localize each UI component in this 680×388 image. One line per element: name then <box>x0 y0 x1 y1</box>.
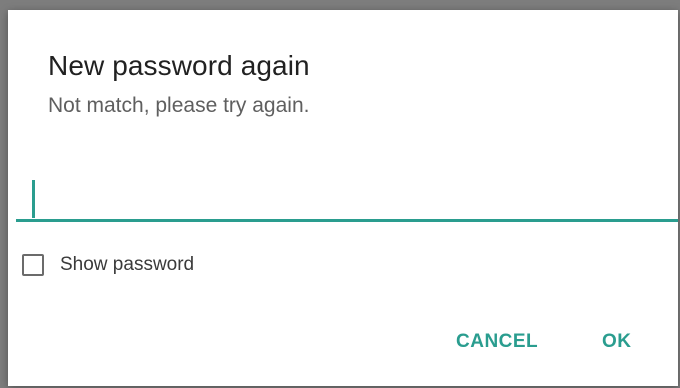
text-caret <box>32 180 35 218</box>
password-field[interactable] <box>16 178 678 224</box>
password-confirm-dialog: New password again Not match, please try… <box>8 10 678 386</box>
show-password-checkbox[interactable] <box>22 254 44 276</box>
dialog-title: New password again <box>48 50 310 81</box>
show-password-label: Show password <box>60 254 195 275</box>
error-message: Not match, please try again. <box>48 94 310 117</box>
password-input[interactable] <box>16 178 678 220</box>
ok-button[interactable]: OK <box>594 324 640 360</box>
cancel-button[interactable]: CANCEL <box>448 324 546 360</box>
show-password-toggle[interactable]: Show password <box>22 250 194 280</box>
input-underline <box>16 219 678 222</box>
